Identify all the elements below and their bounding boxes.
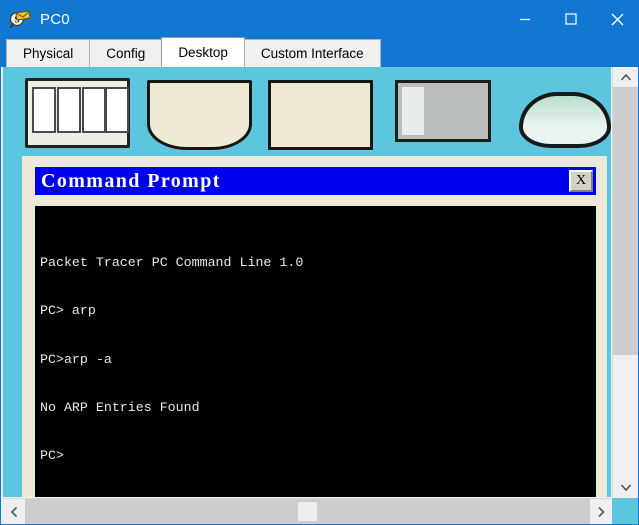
tab-config[interactable]: Config bbox=[89, 39, 163, 67]
desktop-icon-ip-configuration[interactable] bbox=[25, 78, 130, 156]
device-desktop[interactable]: Command Prompt X Packet Tracer PC Comman… bbox=[3, 67, 611, 497]
command-prompt-titlebar[interactable]: Command Prompt X bbox=[35, 167, 596, 195]
terminal-line: No ARP Entries Found bbox=[40, 400, 200, 416]
minimize-button[interactable] bbox=[502, 1, 548, 37]
desktop-icon-dial-up[interactable] bbox=[146, 78, 252, 156]
chevron-left-icon bbox=[10, 506, 17, 517]
pc0-device-window: S PC0 bbox=[0, 0, 639, 525]
chevron-up-icon bbox=[620, 73, 631, 81]
desktop-icon-terminal[interactable] bbox=[268, 78, 374, 156]
tab-physical[interactable]: Physical bbox=[6, 39, 91, 67]
packet-tracer-device-icon: S bbox=[9, 8, 31, 30]
maximize-button[interactable] bbox=[548, 1, 594, 37]
desktop-content-pane: Command Prompt X Packet Tracer PC Comman… bbox=[2, 67, 638, 524]
tab-desktop[interactable]: Desktop bbox=[161, 37, 245, 67]
desktop-icon-command-prompt[interactable] bbox=[390, 78, 491, 156]
command-prompt-title: Command Prompt bbox=[41, 169, 221, 192]
chevron-right-icon bbox=[597, 506, 605, 517]
ip-config-icon bbox=[25, 78, 130, 148]
desktop-icon-web-browser[interactable] bbox=[511, 78, 611, 156]
horizontal-scrollbar[interactable] bbox=[3, 498, 638, 524]
maximize-icon bbox=[565, 13, 577, 25]
command-prompt-screen[interactable]: Packet Tracer PC Command Line 1.0 PC> ar… bbox=[35, 206, 596, 497]
command-prompt-icon bbox=[394, 80, 491, 142]
terminal-line: PC> bbox=[40, 448, 64, 464]
dial-up-icon bbox=[146, 80, 252, 150]
tab-custom-interface[interactable]: Custom Interface bbox=[243, 39, 381, 67]
close-icon bbox=[611, 13, 623, 25]
vertical-scroll-thumb[interactable] bbox=[613, 87, 638, 355]
close-button[interactable] bbox=[594, 1, 638, 37]
vertical-scroll-track[interactable] bbox=[613, 87, 638, 477]
chevron-down-icon bbox=[620, 483, 631, 491]
scroll-down-button[interactable] bbox=[613, 477, 638, 497]
horizontal-scroll-range[interactable] bbox=[25, 499, 590, 524]
command-prompt-window: Command Prompt X Packet Tracer PC Comman… bbox=[22, 156, 607, 497]
web-browser-icon bbox=[519, 92, 611, 148]
command-prompt-close-button[interactable]: X bbox=[569, 170, 593, 192]
scroll-right-button[interactable] bbox=[590, 499, 612, 524]
scrollbar-corner bbox=[612, 498, 638, 524]
command-prompt-output: Packet Tracer PC Command Line 1.0 PC> ar… bbox=[40, 223, 588, 497]
terminal-line: PC> arp bbox=[40, 303, 96, 319]
minimize-icon bbox=[520, 18, 530, 21]
scroll-up-button[interactable] bbox=[613, 67, 638, 87]
horizontal-scroll-thumb[interactable] bbox=[298, 502, 317, 521]
desktop-icon-row bbox=[3, 78, 611, 168]
horizontal-scroll-track[interactable] bbox=[25, 499, 590, 524]
terminal-line: Packet Tracer PC Command Line 1.0 bbox=[40, 255, 304, 271]
tab-bar: Physical Config Desktop Custom Interface bbox=[1, 37, 638, 67]
window-titlebar[interactable]: S PC0 bbox=[1, 1, 638, 37]
window-controls bbox=[502, 1, 638, 37]
terminal-line: PC>arp -a bbox=[40, 351, 112, 367]
terminal-icon bbox=[268, 80, 374, 150]
window-title: PC0 bbox=[40, 10, 70, 28]
vertical-scrollbar[interactable] bbox=[612, 67, 638, 497]
scroll-left-button[interactable] bbox=[3, 499, 25, 524]
